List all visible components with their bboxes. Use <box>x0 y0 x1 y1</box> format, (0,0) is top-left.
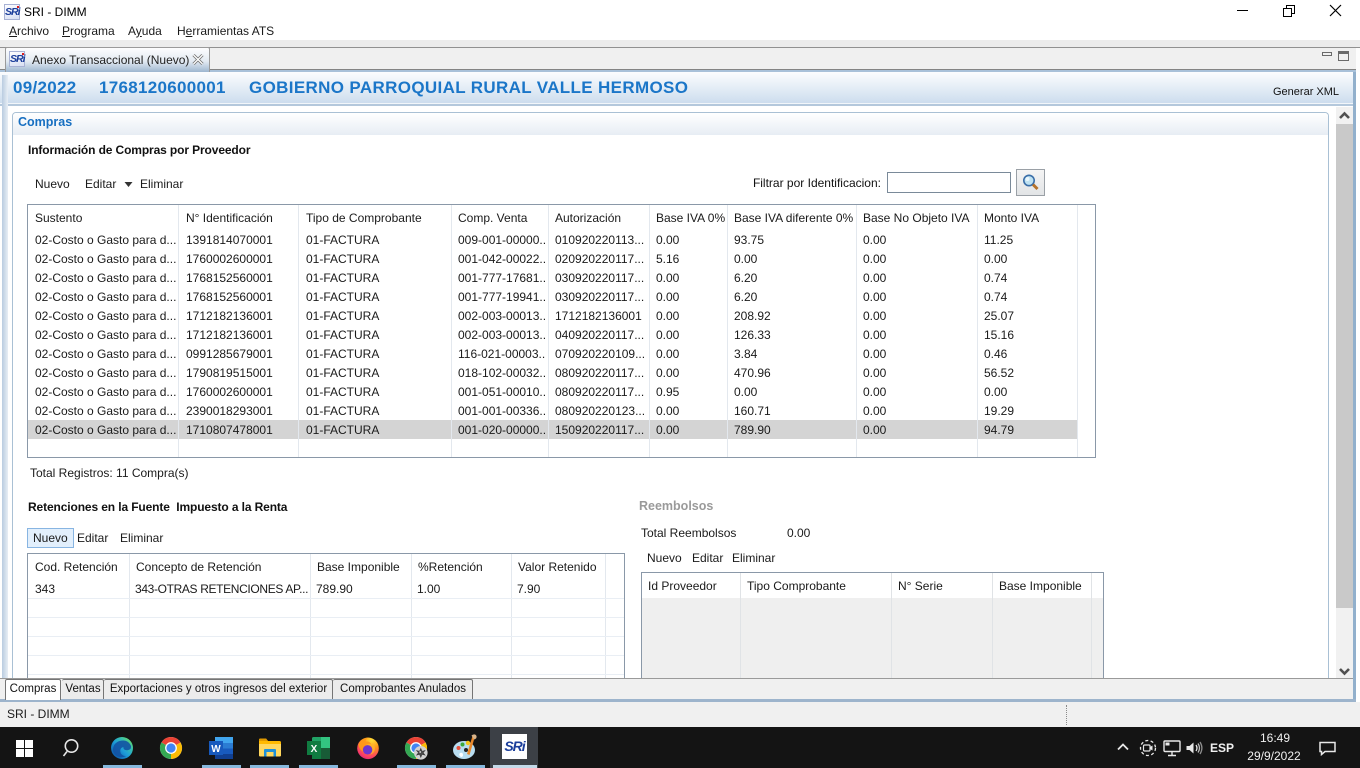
svg-text:W: W <box>211 744 221 755</box>
svg-text:X: X <box>311 744 318 755</box>
